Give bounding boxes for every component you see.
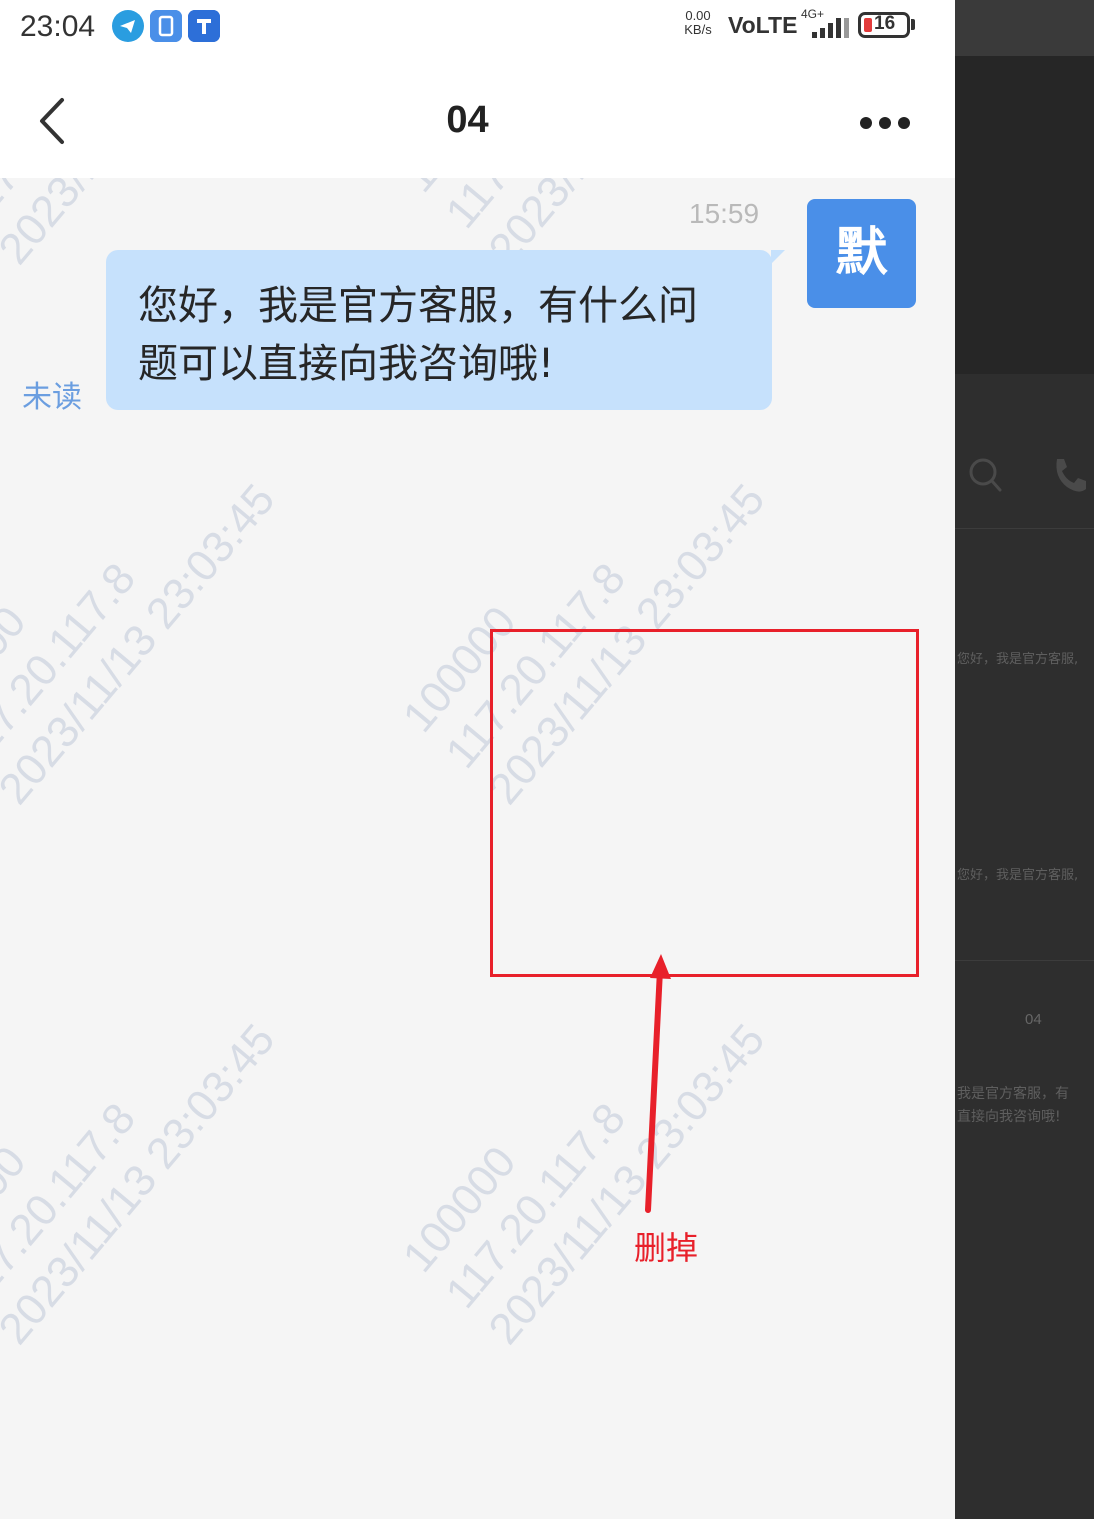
annotation-box (490, 629, 919, 977)
unread-label: 未读 (22, 380, 82, 415)
watermark-block: 100000 117.20.117.8 2023/11/13 23:03:45 (0, 1015, 285, 1354)
side-message: 直接向我咨询哦! (957, 1109, 1061, 1125)
side-snippet: 您好，我是官方客服, (957, 868, 1079, 883)
avatar[interactable]: 默 (807, 199, 916, 308)
more-dots-icon[interactable] (854, 111, 916, 135)
signal-icon (812, 16, 849, 38)
annotation-label: 删掉 (634, 1229, 699, 1267)
side-message: 我是官方客服，有 (957, 1086, 1069, 1102)
status-time: 23:04 (20, 10, 96, 43)
t-app-icon (188, 10, 220, 42)
battery-icon: 16 (858, 12, 910, 38)
phone-screen: 100000 117.20.117.8 2023/11/13 23:03:45 … (0, 0, 955, 1519)
annotation-arrow-icon (645, 954, 671, 1213)
volte-indicator: VoLTE (728, 12, 798, 38)
message-line: 题可以直接向我咨询哦! (138, 341, 555, 387)
watermark-block: 100000 117.20.117.8 2023/11/13 23:03:45 (393, 1015, 775, 1354)
telegram-icon (112, 10, 144, 42)
message-line: 您好，我是官方客服，有什么问 (138, 283, 698, 329)
message-bubble[interactable]: 您好，我是官方客服，有什么问 题可以直接向我咨询哦! (106, 250, 772, 410)
app-square-icon (150, 10, 182, 42)
bubble-tail (771, 250, 785, 264)
side-title: 04 (1025, 1011, 1042, 1028)
watermark-block: 100000 117.20.117.8 2023/11/13 23:03:45 (0, 475, 285, 814)
search-icon (969, 458, 1002, 492)
side-snippet: 您好，我是官方客服, (957, 652, 1079, 667)
net-speed: 0.00 KB/s (684, 8, 712, 37)
chat-header: 04 (0, 56, 955, 178)
phone-icon (1056, 459, 1086, 492)
battery-level: 16 (874, 13, 896, 34)
chat-title: 04 (446, 99, 489, 141)
screenshot-root: 100000 117.20.117.8 2023/11/13 23:03:45 … (0, 0, 1094, 1519)
background-panel: 您好，我是官方客服, 您好，我是官方客服, 04 我是官方客服，有 直接向我咨询… (955, 0, 1094, 1519)
status-bar: 23:04 0.00 KB/s VoLTE 4G+ 16 (0, 0, 955, 56)
message-time: 15:59 (689, 198, 760, 229)
